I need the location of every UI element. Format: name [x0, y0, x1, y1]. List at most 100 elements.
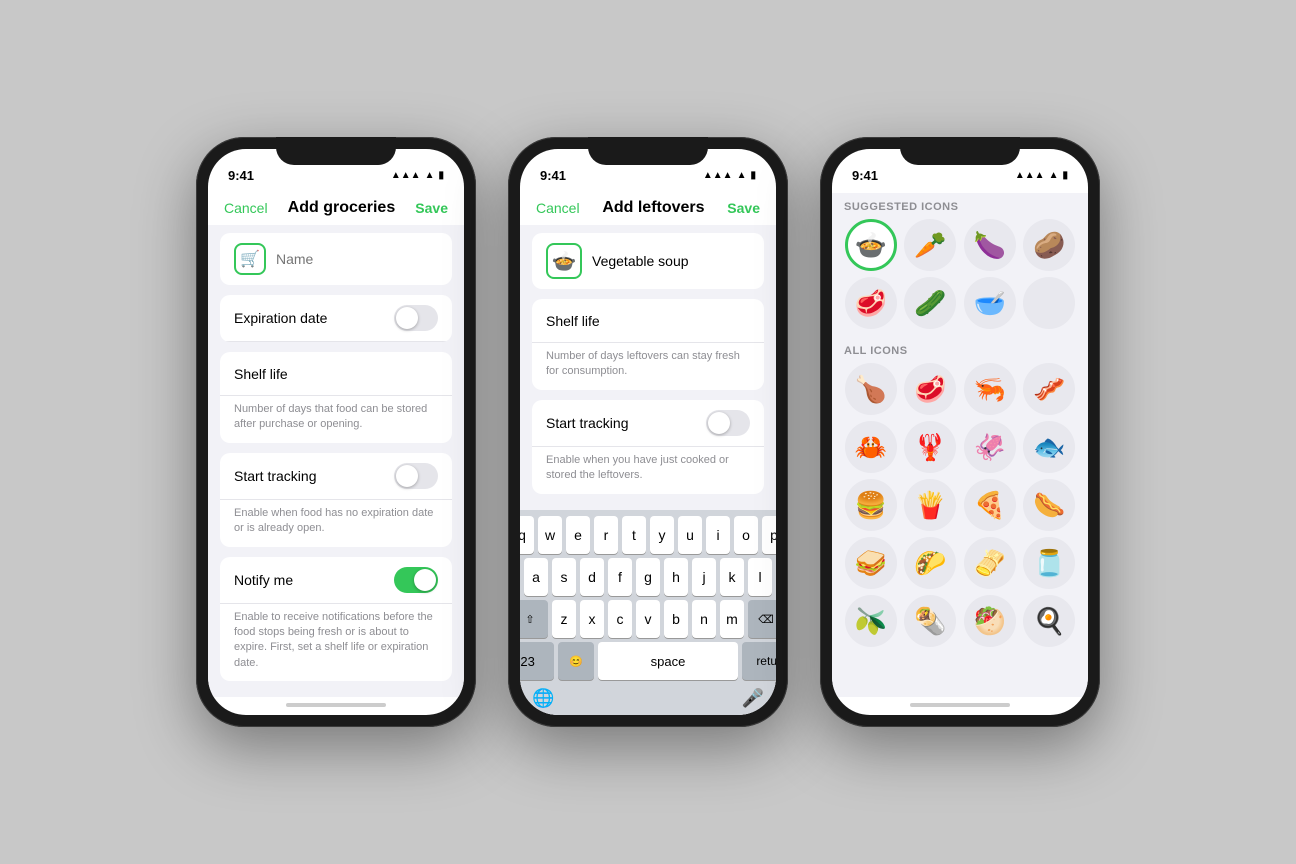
- key-s[interactable]: s: [552, 558, 576, 596]
- key-g[interactable]: g: [636, 558, 660, 596]
- key-u[interactable]: u: [678, 516, 702, 554]
- icon-cell-shrimp[interactable]: 🦐: [964, 363, 1016, 415]
- key-space[interactable]: space: [598, 642, 738, 680]
- key-q[interactable]: q: [520, 516, 534, 554]
- suggested-icons-grid: 🍲 🥕 🍆 🥔 🥩 🥒 🥣: [844, 219, 1076, 329]
- key-n[interactable]: n: [692, 600, 716, 638]
- item-icon[interactable]: 🛒: [234, 243, 266, 275]
- icon-cell-meat[interactable]: 🥩: [845, 277, 897, 329]
- keyboard-row-1: q w e r t y u i o p: [524, 516, 772, 554]
- start-tracking-toggle[interactable]: [706, 410, 750, 436]
- key-return[interactable]: return: [742, 642, 776, 680]
- icon-cell-hotdog[interactable]: 🌭: [1023, 479, 1075, 531]
- item-name-row: 🍲 Vegetable soup: [532, 233, 764, 289]
- start-tracking-label: Start tracking: [546, 415, 706, 431]
- scene: 9:41 ▲▲▲ ▲ ▮ Cancel Add groceries Save 🛒: [156, 97, 1140, 767]
- icon-cell-steak[interactable]: 🥩: [904, 363, 956, 415]
- start-tracking-row: Start tracking: [220, 453, 452, 500]
- key-h[interactable]: h: [664, 558, 688, 596]
- icon-cell-chicken[interactable]: 🍗: [845, 363, 897, 415]
- icon-cell-jar[interactable]: 🫙: [1023, 537, 1075, 589]
- icon-cell-cucumber[interactable]: 🥒: [904, 277, 956, 329]
- key-p[interactable]: p: [762, 516, 776, 554]
- wifi-icon: ▲: [1049, 170, 1059, 181]
- icon-cell-potato[interactable]: 🥔: [1023, 219, 1075, 271]
- cancel-button[interactable]: Cancel: [536, 200, 580, 216]
- key-z[interactable]: z: [552, 600, 576, 638]
- icon-cell-pizza[interactable]: 🍕: [964, 479, 1016, 531]
- icon-cell-fries[interactable]: 🍟: [904, 479, 956, 531]
- key-emoji[interactable]: 😊: [558, 642, 594, 680]
- icon-cell-tamale[interactable]: 🫔: [964, 537, 1016, 589]
- home-indicator: [910, 703, 1010, 707]
- key-t[interactable]: t: [622, 516, 646, 554]
- key-f[interactable]: f: [608, 558, 632, 596]
- icon-cell-egg[interactable]: 🍳: [1023, 595, 1075, 647]
- icon-cell-olives[interactable]: 🫒: [845, 595, 897, 647]
- key-k[interactable]: k: [720, 558, 744, 596]
- key-v[interactable]: v: [636, 600, 660, 638]
- save-button[interactable]: Save: [415, 200, 448, 216]
- microphone-icon[interactable]: 🎤: [742, 688, 764, 709]
- status-icons: ▲▲▲ ▲ ▮: [391, 170, 444, 181]
- icon-cell-taco[interactable]: 🌮: [904, 537, 956, 589]
- notify-row: Notify me: [220, 557, 452, 604]
- form-content: 🍲 Vegetable soup Shelf life Number of da…: [520, 225, 776, 715]
- key-d[interactable]: d: [580, 558, 604, 596]
- nav-title: Add leftovers: [602, 199, 704, 217]
- icon-cell-burrito[interactable]: 🌯: [904, 595, 956, 647]
- key-e[interactable]: e: [566, 516, 590, 554]
- icon-cell-wrap[interactable]: 🥙: [964, 595, 1016, 647]
- icon-cell-burger[interactable]: 🍔: [845, 479, 897, 531]
- icon-cell-fish[interactable]: 🐟: [1023, 421, 1075, 473]
- icon-cell-bowl[interactable]: 🥣: [964, 277, 1016, 329]
- icons-content: SUGGESTED ICONS 🍲 🥕 🍆 🥔 🥩 🥒 🥣 ALL ICONS …: [832, 193, 1088, 697]
- key-123[interactable]: 123: [520, 642, 554, 680]
- expiration-toggle[interactable]: [394, 305, 438, 331]
- icon-cell-crab[interactable]: 🦀: [845, 421, 897, 473]
- icon-cell-squid[interactable]: 🦑: [964, 421, 1016, 473]
- name-input[interactable]: [276, 251, 452, 267]
- key-b[interactable]: b: [664, 600, 688, 638]
- signal-icon: ▲▲▲: [703, 170, 733, 181]
- key-backspace[interactable]: ⌫: [748, 600, 776, 638]
- key-shift[interactable]: ⇧: [520, 600, 548, 638]
- nav-title: Add groceries: [288, 199, 396, 217]
- cancel-button[interactable]: Cancel: [224, 200, 268, 216]
- icon-cell-bacon[interactable]: 🥓: [1023, 363, 1075, 415]
- icon-cell-sandwich[interactable]: 🥪: [845, 537, 897, 589]
- key-w[interactable]: w: [538, 516, 562, 554]
- icon-cell-carrot[interactable]: 🥕: [904, 219, 956, 271]
- globe-icon[interactable]: 🌐: [532, 688, 554, 709]
- key-m[interactable]: m: [720, 600, 744, 638]
- start-tracking-toggle[interactable]: [394, 463, 438, 489]
- signal-icon: ▲▲▲: [391, 170, 421, 181]
- start-tracking-section: Start tracking Enable when food has no e…: [220, 453, 452, 547]
- notch: [900, 137, 1020, 165]
- key-c[interactable]: c: [608, 600, 632, 638]
- expiration-label: Expiration date: [234, 310, 394, 326]
- icon-cell-soup[interactable]: 🍲: [845, 219, 897, 271]
- icon-cell-empty[interactable]: [1023, 277, 1075, 329]
- home-indicator: [286, 703, 386, 707]
- key-l[interactable]: l: [748, 558, 772, 596]
- notify-section: Notify me Enable to receive notification…: [220, 557, 452, 682]
- icon-cell-eggplant[interactable]: 🍆: [964, 219, 1016, 271]
- save-button[interactable]: Save: [727, 200, 760, 216]
- battery-icon: ▮: [1062, 170, 1068, 181]
- key-x[interactable]: x: [580, 600, 604, 638]
- key-y[interactable]: y: [650, 516, 674, 554]
- item-name: Vegetable soup: [592, 253, 689, 269]
- key-i[interactable]: i: [706, 516, 730, 554]
- notify-toggle[interactable]: [394, 567, 438, 593]
- key-j[interactable]: j: [692, 558, 716, 596]
- key-r[interactable]: r: [594, 516, 618, 554]
- key-a[interactable]: a: [524, 558, 548, 596]
- status-time: 9:41: [228, 168, 254, 183]
- shelf-life-desc: Number of days that food can be stored a…: [220, 396, 452, 443]
- form-content: 🛒 Expiration date She: [208, 225, 464, 697]
- phone-screen: 9:41 ▲▲▲ ▲ ▮ SUGGESTED ICONS 🍲 🥕 🍆 🥔 🥩 🥒: [832, 149, 1088, 715]
- item-icon[interactable]: 🍲: [546, 243, 582, 279]
- key-o[interactable]: o: [734, 516, 758, 554]
- icon-cell-lobster[interactable]: 🦞: [904, 421, 956, 473]
